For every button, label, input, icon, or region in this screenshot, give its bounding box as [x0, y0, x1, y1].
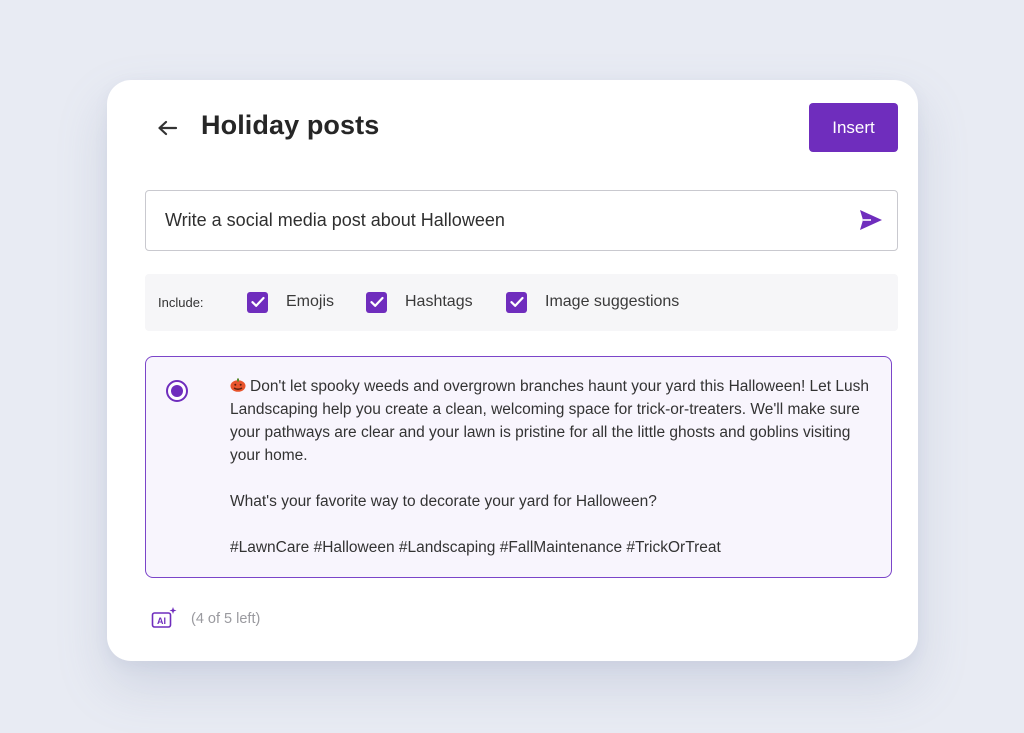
- header: Holiday posts Insert: [107, 80, 918, 176]
- send-icon: [860, 210, 882, 230]
- remaining-count: (4 of 5 left): [191, 611, 261, 627]
- generated-post-option[interactable]: Don't let spooky weeds and overgrown bra…: [145, 356, 892, 578]
- send-button[interactable]: [858, 208, 884, 232]
- selected-radio[interactable]: [166, 380, 188, 402]
- emojis-checkbox[interactable]: Emojis: [247, 291, 334, 313]
- checkbox-checked-icon: [247, 291, 268, 313]
- post-hashtags: #LawnCare #Halloween #Landscaping #FallM…: [230, 539, 721, 556]
- emojis-label: Emojis: [286, 293, 335, 310]
- post-paragraph: Don't let spooky weeds and overgrown bra…: [230, 376, 870, 464]
- back-button[interactable]: [153, 116, 181, 140]
- footer: AI (4 of 5 left): [151, 604, 260, 634]
- holiday-posts-card: Holiday posts Insert Include: Emojis Has…: [107, 80, 918, 661]
- checkbox-checked-icon: [366, 291, 387, 313]
- prompt-input[interactable]: [165, 191, 845, 250]
- arrow-left-icon: [158, 120, 178, 136]
- include-label: Include:: [158, 295, 204, 310]
- generated-post-text: Don't let spooky weeds and overgrown bra…: [230, 375, 870, 559]
- page-title: Holiday posts: [201, 110, 380, 140]
- prompt-field: [145, 190, 898, 251]
- image-suggestions-checkbox[interactable]: Image suggestions: [506, 291, 679, 313]
- svg-text:AI: AI: [157, 616, 166, 626]
- hashtags-label: Hashtags: [405, 293, 473, 310]
- jack-o-lantern-icon: [230, 376, 246, 392]
- checkbox-checked-icon: [506, 291, 527, 313]
- image-suggestions-label: Image suggestions: [545, 293, 680, 310]
- ai-sparkle-icon: AI: [151, 607, 177, 628]
- hashtags-checkbox[interactable]: Hashtags: [366, 291, 473, 313]
- insert-button[interactable]: Insert: [809, 103, 898, 152]
- include-options: Include: Emojis Hashtags Image suggestio…: [145, 274, 898, 331]
- post-paragraph: What's your favorite way to decorate you…: [230, 493, 657, 510]
